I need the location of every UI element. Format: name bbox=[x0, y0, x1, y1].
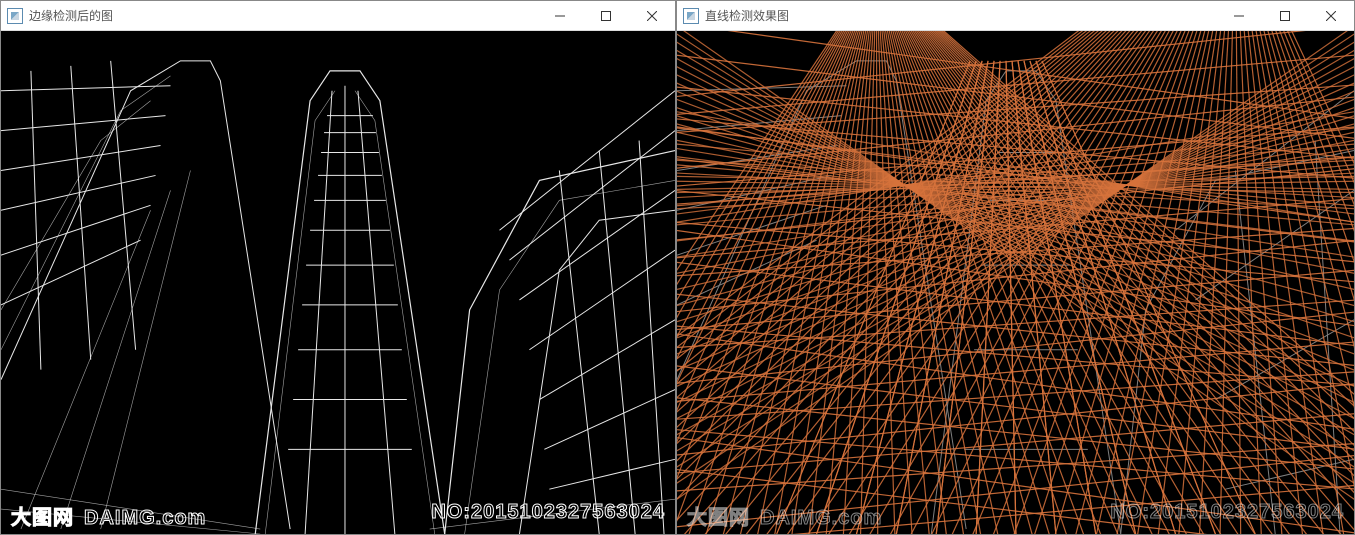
minimize-button[interactable] bbox=[537, 1, 583, 30]
title-left-group: 边缘检测后的图 bbox=[7, 7, 113, 24]
line-svg bbox=[677, 31, 1354, 534]
window-line-detection: 直线检测效果图 bbox=[676, 0, 1355, 535]
window-controls bbox=[537, 1, 675, 30]
watermark: 大图网 DAIMG.com NO:2015102327563024 bbox=[1, 501, 675, 530]
close-button[interactable] bbox=[1308, 1, 1354, 30]
app-icon bbox=[7, 8, 23, 24]
maximize-button[interactable] bbox=[1262, 1, 1308, 30]
title-left-group: 直线检测效果图 bbox=[683, 7, 789, 24]
watermark-site-en: DAIMG.com bbox=[84, 507, 206, 530]
watermark-site-en: DAIMG.com bbox=[760, 507, 882, 530]
titlebar[interactable]: 直线检测效果图 bbox=[677, 1, 1354, 31]
window-edge-detection: 边缘检测后的图 bbox=[0, 0, 676, 535]
watermark-site-cn: 大图网 bbox=[11, 501, 74, 530]
watermark-id: NO:2015102327563024 bbox=[1110, 501, 1344, 530]
maximize-button[interactable] bbox=[583, 1, 629, 30]
watermark-site-cn: 大图网 bbox=[687, 501, 750, 530]
edge-svg bbox=[1, 31, 675, 534]
canvas-line: 大图网 DAIMG.com NO:2015102327563024 bbox=[677, 31, 1354, 534]
watermark-id: NO:2015102327563024 bbox=[431, 501, 665, 530]
window-title: 直线检测效果图 bbox=[705, 7, 789, 24]
minimize-button[interactable] bbox=[1216, 1, 1262, 30]
titlebar[interactable]: 边缘检测后的图 bbox=[1, 1, 675, 31]
app-icon bbox=[683, 8, 699, 24]
canvas-edge: 大图网 DAIMG.com NO:2015102327563024 bbox=[1, 31, 675, 534]
window-title: 边缘检测后的图 bbox=[29, 7, 113, 24]
window-controls bbox=[1216, 1, 1354, 30]
close-button[interactable] bbox=[629, 1, 675, 30]
watermark: 大图网 DAIMG.com NO:2015102327563024 bbox=[677, 501, 1354, 530]
